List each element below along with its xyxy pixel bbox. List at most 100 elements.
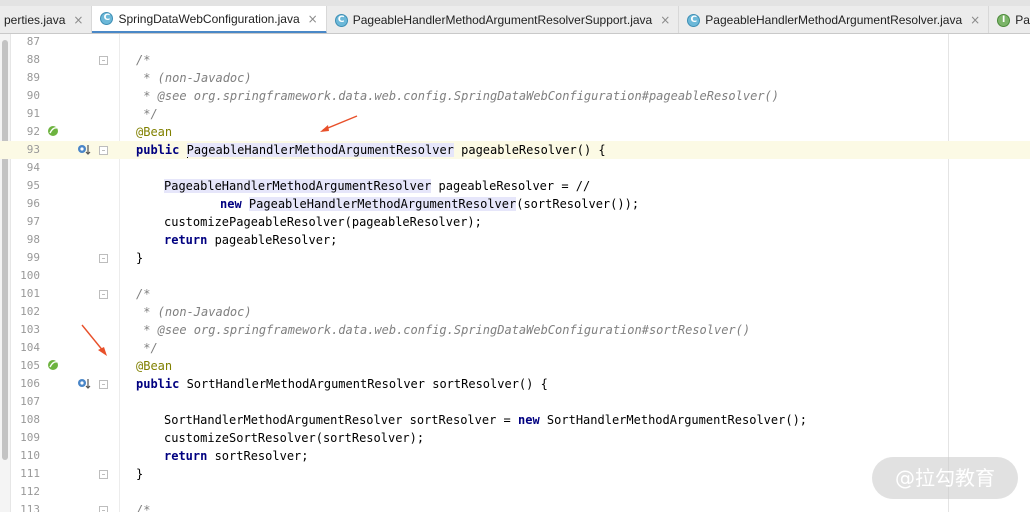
keyword: public — [136, 143, 180, 157]
line-number: 109 — [20, 431, 40, 444]
tab-label: PageableArgument — [1015, 13, 1030, 27]
code-line: 89 * (non-Javadoc) — [0, 69, 1030, 87]
code-fragment: SortHandlerMethodArgumentResolver sortRe… — [179, 377, 548, 391]
code-text: /* — [136, 287, 151, 301]
code-line: 110 return sortResolver; — [0, 447, 1030, 465]
code-text: } — [136, 467, 144, 481]
code-text: * (non-Javadoc) — [136, 71, 252, 85]
code-text: SortHandlerMethodArgumentResolver sortRe… — [164, 411, 807, 429]
tab-pageable-resolver[interactable]: C PageableHandlerMethodArgumentResolver.… — [679, 6, 990, 33]
code-fragment: pageableResolver = // — [431, 179, 591, 193]
code-line: 101 /* — [0, 285, 1030, 303]
tab-properties[interactable]: perties.java × — [0, 6, 93, 33]
fold-toggle-icon[interactable] — [99, 56, 108, 65]
code-fragment: pageableResolver; — [207, 233, 338, 247]
code-line: 106 public SortHandlerMethodArgumentReso… — [0, 375, 1030, 393]
close-icon[interactable]: × — [308, 12, 318, 26]
tab-spring-data-web-configuration[interactable]: C SpringDataWebConfiguration.java × — [92, 6, 327, 33]
line-number: 112 — [20, 485, 40, 498]
code-line: 99 } — [0, 249, 1030, 267]
fold-toggle-icon[interactable] — [99, 506, 108, 512]
fold-toggle-icon[interactable] — [99, 146, 108, 155]
close-icon[interactable]: × — [73, 13, 83, 27]
class-icon: C — [334, 13, 348, 27]
keyword: return — [164, 449, 208, 463]
line-number: 113 — [20, 503, 40, 512]
code-text: /* — [136, 53, 151, 67]
code-editor[interactable]: 87 88 /* 89 * (non-Javadoc) 90 * @see or… — [0, 34, 1030, 512]
line-number: 104 — [20, 341, 40, 354]
line-number: 105 — [20, 359, 40, 372]
code-line: 96 new PageableHandlerMethodArgumentReso… — [0, 195, 1030, 213]
line-number: 107 — [20, 395, 40, 408]
fold-toggle-icon[interactable] — [99, 290, 108, 299]
code-line: 109 customizeSortResolver(sortResolver); — [0, 429, 1030, 447]
line-number: 102 — [20, 305, 40, 318]
spring-bean-icon[interactable] — [47, 359, 59, 371]
code-line: 105 @Bean — [0, 357, 1030, 375]
code-line: 97 customizePageableResolver(pageableRes… — [0, 213, 1030, 231]
code-line: 103 * @see org.springframework.data.web.… — [0, 321, 1030, 339]
line-number: 103 — [20, 323, 40, 336]
line-number: 98 — [26, 233, 40, 246]
line-number: 96 — [26, 197, 40, 210]
annotation-arrow-icon — [81, 324, 107, 356]
line-number: 106 — [20, 377, 40, 390]
code-text: return sortResolver; — [164, 447, 309, 465]
line-number: 88 — [26, 53, 40, 66]
line-number: 95 — [26, 179, 40, 192]
line-number: 108 — [20, 413, 40, 426]
implements-icon[interactable] — [77, 378, 91, 390]
code-text: @Bean — [136, 125, 173, 139]
highlighted-type: PageableHandlerMethodArgumentResolver — [164, 179, 432, 193]
code-line: 90 * @see org.springframework.data.web.c… — [0, 87, 1030, 105]
code-line: 100 — [0, 267, 1030, 285]
code-line: 87 — [0, 34, 1030, 51]
tab-pageable-argument[interactable]: I PageableArgument — [989, 6, 1030, 33]
spring-bean-icon[interactable] — [47, 125, 59, 137]
code-text: * (non-Javadoc) — [136, 305, 252, 319]
code-text: */ — [136, 341, 158, 355]
code-line: 91 */ — [0, 105, 1030, 123]
code-text: } — [136, 251, 144, 265]
line-number: 100 — [20, 269, 40, 282]
line-number: 111 — [20, 467, 40, 480]
fold-toggle-icon[interactable] — [99, 254, 108, 263]
code-line: 94 — [0, 159, 1030, 177]
highlighted-type: PageableHandlerMethodArgumentResolver — [186, 143, 454, 157]
code-line: 88 /* — [0, 51, 1030, 69]
watermark: @拉勾教育 — [872, 457, 1018, 499]
close-icon[interactable]: × — [660, 13, 670, 27]
line-number: 87 — [26, 35, 40, 48]
tab-pageable-resolver-support[interactable]: C PageableHandlerMethodArgumentResolverS… — [327, 6, 680, 33]
code-text: @Bean — [136, 359, 173, 373]
fold-toggle-icon[interactable] — [99, 380, 108, 389]
code-line: 113 /* — [0, 501, 1030, 512]
code-text: * @see org.springframework.data.web.conf… — [136, 323, 751, 337]
code-line: 92 @Bean — [0, 123, 1030, 141]
code-text: customizeSortResolver(sortResolver); — [164, 431, 425, 445]
close-icon[interactable]: × — [970, 13, 980, 27]
code-fragment: SortHandlerMethodArgumentResolver sortRe… — [164, 413, 519, 427]
keyword: return — [164, 233, 208, 247]
code-text: */ — [136, 107, 158, 121]
keyword: public — [136, 377, 180, 391]
code-text: /* — [136, 503, 151, 512]
line-number: 97 — [26, 215, 40, 228]
annotation-arrow-icon — [320, 115, 358, 132]
implements-icon[interactable] — [77, 144, 91, 156]
highlighted-type: PageableHandlerMethodArgumentResolver — [248, 197, 517, 211]
interface-icon: I — [997, 13, 1011, 27]
line-number: 92 — [26, 125, 40, 138]
code-fragment: pageableResolver() { — [453, 143, 606, 157]
code-text: customizePageableResolver(pageableResolv… — [164, 215, 482, 229]
class-icon: C — [100, 12, 114, 25]
tab-label: PageableHandlerMethodArgumentResolverSup… — [352, 13, 653, 27]
code-text: public PageableHandlerMethodArgumentReso… — [136, 141, 606, 159]
line-number: 94 — [26, 161, 40, 174]
code-line: 102 * (non-Javadoc) — [0, 303, 1030, 321]
code-fragment: sortResolver; — [207, 449, 309, 463]
fold-toggle-icon[interactable] — [99, 470, 108, 479]
tab-label: perties.java — [4, 13, 66, 27]
code-line: 98 return pageableResolver; — [0, 231, 1030, 249]
